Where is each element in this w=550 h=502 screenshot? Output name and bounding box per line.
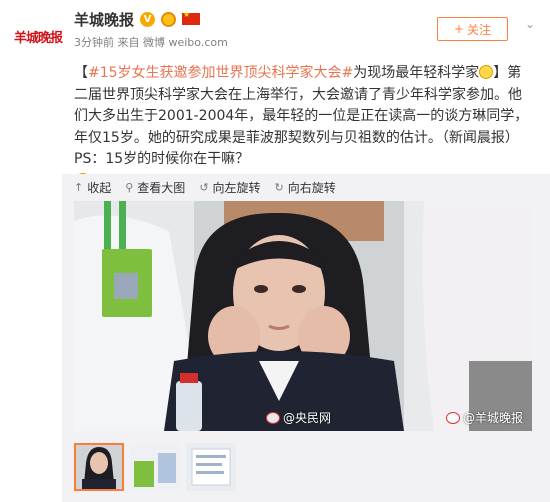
post-text-part1: 为现场最年轻科学家 [353, 65, 480, 81]
chevron-down-icon[interactable]: ⌄ [520, 16, 540, 32]
post-meta: 3分钟前 来自 微博 weibo.com [74, 36, 228, 49]
main-photo[interactable]: @央民网 @羊城晚报 [74, 201, 532, 431]
thumbnail-2[interactable] [130, 443, 180, 491]
topic-link[interactable]: #15岁女生获邀参加世界顶尖科学家大会# [88, 65, 353, 81]
thumbnail-3-image [186, 443, 236, 491]
collapse-label: 收起 [87, 180, 112, 195]
post-text: 【#15岁女生获邀参加世界顶尖科学家大会#为现场最年轻科学家 】第二届世界顶尖科学… [74, 63, 534, 197]
follow-button[interactable]: + 关注 [437, 17, 508, 41]
media-toolbar: ↑ 收起 ⚲ 查看大图 ↺ 向左旋转 ↻ 向右旋转 [62, 174, 550, 200]
account-avatar-logo[interactable]: 羊城晚报 [12, 16, 64, 56]
rotate-right-button[interactable]: ↻ 向右旋转 [275, 179, 336, 196]
rotate-left-icon: ↺ [199, 180, 209, 194]
follow-label: 关注 [467, 22, 492, 37]
account-name-row: 羊城晚报 V [74, 8, 201, 30]
china-flag-icon[interactable] [182, 10, 201, 25]
weibo-logo-icon [446, 411, 460, 424]
thumbnail-1[interactable] [74, 443, 124, 491]
collapse-button[interactable]: ↑ 收起 [74, 179, 111, 196]
view-large-label: 查看大图 [137, 180, 186, 195]
thumbnail-3[interactable] [186, 443, 236, 491]
thumbnail-2-image [130, 443, 180, 491]
v-badge-icon[interactable]: V [140, 11, 156, 27]
collapse-icon: ↑ [74, 180, 84, 194]
view-large-button[interactable]: ⚲ 查看大图 [125, 179, 185, 196]
thumbnail-strip [74, 443, 236, 491]
watermark-left: @央民网 [266, 409, 331, 426]
rotate-left-button[interactable]: ↺ 向左旋转 [199, 179, 260, 196]
photo-illustration [74, 201, 532, 431]
watermark-right: @羊城晚报 [446, 409, 523, 426]
post-header: 羊城晚报 羊城晚报 V 3分钟前 来自 微博 weibo.com + 关注 ⌄ [0, 0, 550, 62]
thumbnail-1-image [74, 443, 124, 491]
magnify-icon: ⚲ [125, 180, 134, 194]
weibo-post-card: 羊城晚报 羊城晚报 V 3分钟前 来自 微博 weibo.com + 关注 ⌄ … [0, 0, 550, 502]
rotate-right-label: 向右旋转 [287, 180, 336, 195]
rotate-left-label: 向左旋转 [212, 180, 261, 195]
watermark-right-text: @羊城晚报 [463, 411, 524, 425]
weibo-logo-icon [266, 411, 280, 424]
account-name[interactable]: 羊城晚报 [74, 9, 134, 30]
lightbulb-emoji-icon [479, 65, 494, 79]
plus-icon: + [453, 22, 465, 36]
rotate-right-icon: ↻ [274, 180, 284, 194]
bracket-open: 【 [74, 65, 88, 81]
watermark-left-text: @央民网 [283, 411, 332, 425]
medal-icon[interactable] [161, 11, 177, 27]
